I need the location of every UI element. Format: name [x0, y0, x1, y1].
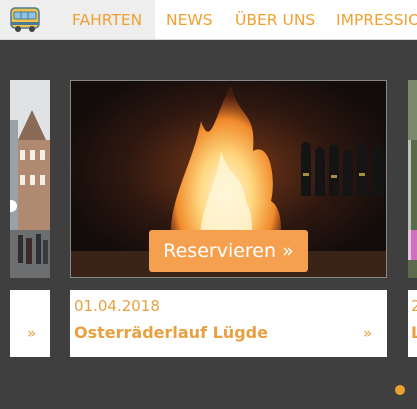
nav-item-news[interactable]: NEWS [166, 0, 213, 39]
reserve-button[interactable]: Reservieren » [149, 230, 308, 272]
nav-item-ueber-uns[interactable]: ÜBER UNS [235, 0, 315, 39]
event-title[interactable]: Osterräderlauf Lügde [74, 323, 268, 342]
bus-logo[interactable] [0, 0, 54, 39]
carousel-card-next[interactable]: 2 L [408, 80, 417, 357]
card-caption-previous: » [10, 290, 50, 357]
card-caption-next: 2 L [408, 290, 417, 357]
carousel-card-previous[interactable]: » [10, 80, 50, 357]
carousel-card-current[interactable]: 01.04.2018 Osterräderlauf Lügde » [70, 80, 387, 357]
nav-item-impressum[interactable]: IMPRESSIO [336, 0, 417, 39]
event-date: 01.04.2018 [74, 297, 160, 315]
carousel-pagination-dot[interactable] [395, 385, 405, 395]
more-link[interactable]: » [363, 324, 372, 342]
card-caption-current: 01.04.2018 Osterräderlauf Lügde » [70, 290, 387, 357]
card-image-town [10, 80, 50, 278]
top-navigation: FAHRTEN NEWS ÜBER UNS IMPRESSIO [0, 0, 417, 40]
card-image-next [408, 80, 417, 278]
more-link[interactable]: » [27, 324, 36, 342]
event-title[interactable]: L [411, 323, 417, 342]
nav-item-fahrten[interactable]: FAHRTEN [54, 0, 155, 39]
event-date: 2 [411, 297, 417, 315]
bus-icon [10, 7, 40, 32]
